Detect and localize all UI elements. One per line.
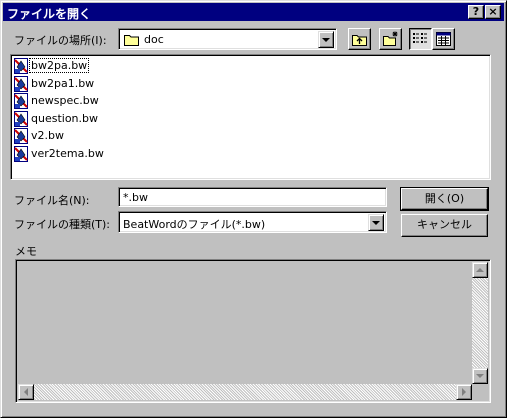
open-file-dialog: ファイルを開く ? × ファイルの場所(I): doc bw2pa.bw bw2… bbox=[0, 0, 507, 418]
location-combobox[interactable]: doc bbox=[118, 28, 337, 50]
folder-up-icon bbox=[352, 35, 367, 46]
file-name: question.bw bbox=[31, 111, 98, 125]
file-name: v2.bw bbox=[31, 129, 64, 142]
memo-area[interactable] bbox=[15, 259, 491, 403]
open-button-label: 開く(O) bbox=[424, 192, 465, 205]
beatword-file-icon bbox=[13, 93, 29, 109]
dialog-title: ファイルを開く bbox=[7, 7, 92, 21]
close-button[interactable]: × bbox=[485, 5, 501, 19]
file-name: bw2pa1.bw bbox=[31, 76, 95, 90]
filetype-combobox[interactable]: BeatWordのファイル(*.bw) bbox=[118, 211, 387, 233]
folder-icon bbox=[124, 35, 139, 46]
list-view-button[interactable] bbox=[409, 28, 432, 50]
file-name: ver2tema.bw bbox=[31, 146, 104, 160]
file-list[interactable]: bw2pa.bw bw2pa1.bw newspec.bw question.bw v2… bbox=[10, 54, 491, 180]
new-folder-button[interactable] bbox=[379, 28, 402, 50]
filetype-value: BeatWordのファイル(*.bw) bbox=[123, 218, 266, 231]
location-dropdown-arrow[interactable] bbox=[318, 31, 334, 48]
file-name: bw2pa.bw bbox=[28, 58, 90, 73]
help-button[interactable]: ? bbox=[468, 5, 484, 19]
beatword-file-icon bbox=[13, 58, 29, 74]
up-one-level-button[interactable] bbox=[348, 28, 371, 50]
cancel-button-label: キャンセル bbox=[417, 218, 472, 231]
filetype-label: ファイルの種類(T): bbox=[14, 218, 111, 231]
scroll-right-arrow-icon[interactable] bbox=[456, 384, 472, 400]
scroll-down-arrow-icon[interactable] bbox=[472, 368, 488, 384]
location-value: doc bbox=[144, 33, 164, 46]
close-icon: × bbox=[488, 5, 498, 18]
cancel-button[interactable]: キャンセル bbox=[401, 214, 488, 237]
location-label: ファイルの場所(I): bbox=[14, 34, 107, 47]
details-view-button[interactable] bbox=[432, 28, 455, 50]
beatword-file-icon bbox=[13, 145, 29, 162]
help-icon: ? bbox=[472, 5, 480, 18]
filename-value: *.bw bbox=[123, 191, 148, 204]
new-folder-icon bbox=[383, 31, 398, 46]
filename-input[interactable]: *.bw bbox=[118, 187, 387, 207]
list-view-icon bbox=[413, 33, 427, 43]
filename-label: ファイル名(N): bbox=[14, 194, 90, 207]
memo-vertical-scrollbar[interactable] bbox=[472, 262, 488, 384]
filetype-dropdown-arrow[interactable] bbox=[368, 214, 384, 231]
beatword-file-icon bbox=[13, 110, 29, 127]
beatword-file-icon bbox=[13, 75, 29, 92]
open-button[interactable]: 開く(O) bbox=[400, 187, 489, 211]
details-view-icon bbox=[436, 32, 451, 46]
beatword-file-icon bbox=[13, 128, 29, 144]
scroll-left-arrow-icon[interactable] bbox=[18, 384, 34, 400]
title-bar[interactable]: ファイルを開く ? × bbox=[3, 3, 504, 21]
scrollbar-corner bbox=[472, 384, 488, 400]
scroll-up-arrow-icon[interactable] bbox=[472, 262, 488, 278]
memo-label: メモ bbox=[15, 245, 37, 258]
memo-horizontal-scrollbar[interactable] bbox=[18, 384, 472, 400]
file-name: newspec.bw bbox=[31, 94, 99, 107]
